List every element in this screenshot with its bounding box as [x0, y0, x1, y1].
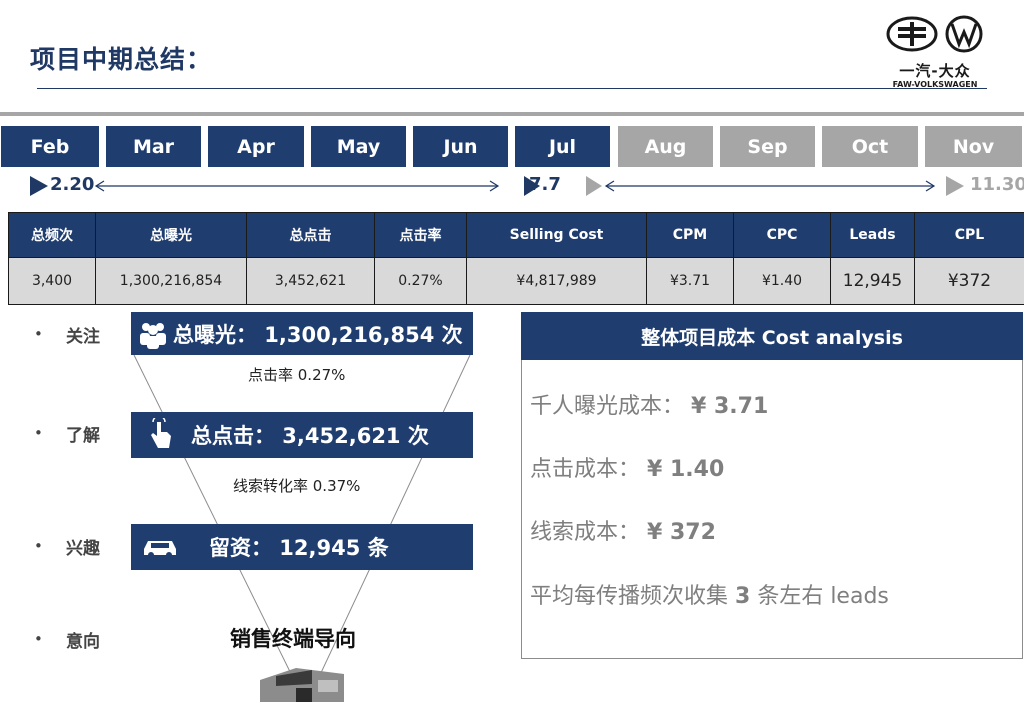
timeline-mid-date: 7.7	[529, 174, 561, 195]
car-icon	[144, 541, 176, 558]
value-cell: ¥372	[914, 257, 1024, 305]
cpl-value: ¥ 372	[647, 520, 716, 545]
header-cell: CPC	[733, 212, 831, 258]
lead-rate-text: 线索转化率 0.37%	[233, 477, 361, 495]
clicks-text: 总点击： 3,452,621 次	[191, 424, 429, 448]
bullet-dot: •	[34, 537, 43, 555]
clicks-bar: 总点击： 3,452,621 次	[131, 412, 473, 458]
leads-text: 留资： 12,945 条	[209, 536, 389, 560]
cpc-line: 点击成本： ¥ 1.40	[530, 451, 724, 483]
bullet-attention: 关注	[66, 327, 100, 347]
cpc-label: 点击成本：	[530, 457, 641, 482]
avg-suffix: 条左右 leads	[757, 584, 889, 609]
bullet-dot: •	[34, 325, 43, 343]
cpm-label: 千人曝光成本：	[530, 394, 685, 419]
people-icon	[140, 322, 166, 349]
avg-prefix: 平均每传播频次收集	[530, 584, 729, 609]
faw-vw-logo: 一汽-大众 FAW-VOLKSWAGEN	[880, 12, 990, 92]
dealership-building-icon	[260, 668, 344, 702]
exposure-text: 总曝光： 1,300,216,854 次	[173, 322, 463, 347]
value-cell: ¥1.40	[733, 257, 831, 305]
cpc-value: ¥ 1.40	[647, 457, 725, 482]
bullet-dot: •	[34, 630, 43, 648]
header-cell: CPL	[914, 212, 1024, 258]
month-oct: Oct	[822, 126, 918, 167]
bullet-interest: 兴趣	[66, 539, 100, 559]
avg-value: 3	[735, 584, 751, 609]
cpm-value: ¥ 3.71	[691, 394, 769, 419]
leads-bar: 留资： 12,945 条	[131, 524, 473, 570]
logo-subtext: FAW-VOLKSWAGEN	[892, 80, 978, 89]
timeline-end-date: 11.30	[970, 174, 1024, 195]
month-jul: Jul	[515, 126, 610, 167]
end-triangle-icon	[946, 176, 964, 196]
exposure-bar: 总曝光： 1,300,216,854 次	[131, 312, 473, 355]
cpl-label: 线索成本：	[530, 520, 641, 545]
bullet-understand: 了解	[66, 426, 100, 446]
value-cell: 12,945	[830, 257, 915, 305]
avg-leads-line: 平均每传播频次收集 3 条左右 leads	[530, 578, 889, 610]
bullet-dot: •	[34, 424, 43, 442]
value-cell: ¥3.71	[646, 257, 734, 305]
month-nov: Nov	[925, 126, 1022, 167]
cpl-line: 线索成本： ¥ 372	[530, 514, 716, 546]
pointer-hand-icon	[151, 418, 171, 448]
header-cell: CPM	[646, 212, 734, 258]
cpm-line: 千人曝光成本： ¥ 3.71	[530, 388, 768, 420]
cost-analysis-header: 整体项目成本 Cost analysis	[521, 312, 1023, 360]
sales-terminal-label: 销售终端导向	[230, 627, 356, 651]
logo-text: 一汽-大众	[899, 62, 971, 80]
header-cell: Leads	[830, 212, 915, 258]
month-sep: Sep	[720, 126, 815, 167]
gray-triangle-icon	[586, 176, 602, 196]
bullet-intent: 意向	[66, 632, 100, 652]
month-aug: Aug	[618, 126, 713, 167]
ctr-text: 点击率 0.27%	[248, 366, 346, 384]
brand-emblems-icon	[886, 15, 983, 53]
